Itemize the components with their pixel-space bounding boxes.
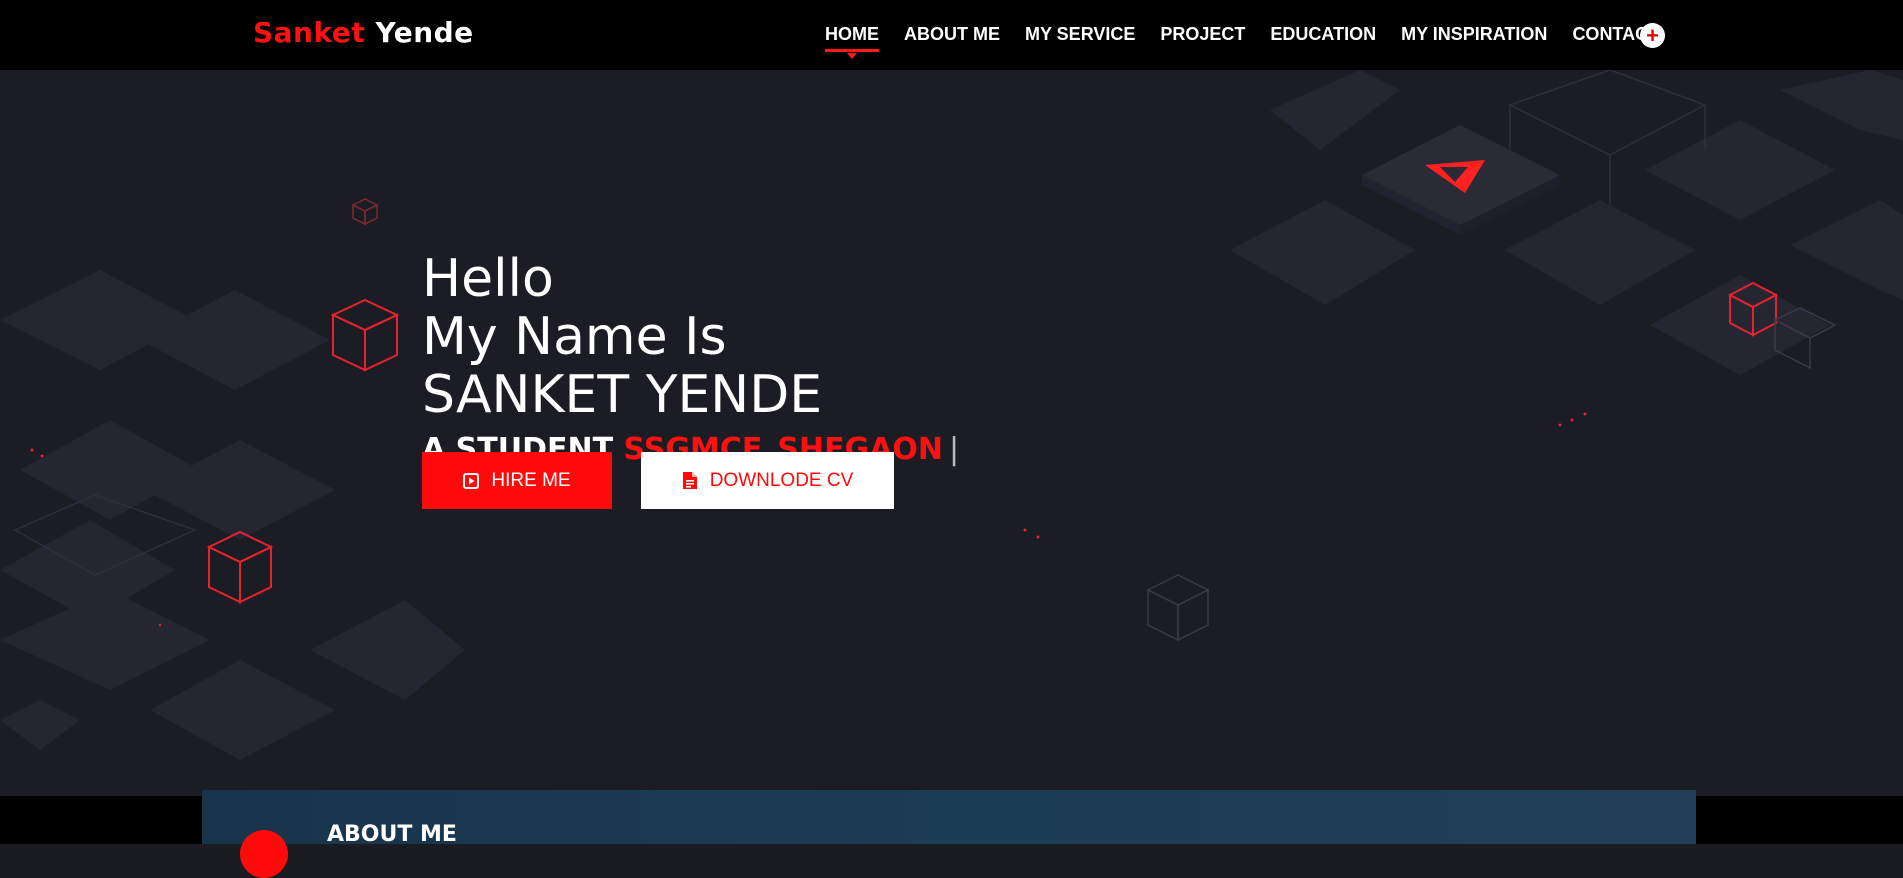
plus-icon[interactable]: + (1640, 23, 1665, 48)
nav-home[interactable]: HOME (825, 24, 879, 59)
typing-caret: | (949, 432, 960, 467)
hero-section: Hello My Name Is SANKET YENDE A STUDENT … (0, 70, 1903, 796)
hero-name: SANKET YENDE (422, 365, 823, 425)
nav-education[interactable]: EDUCATION (1270, 24, 1376, 45)
document-icon (682, 471, 698, 490)
brand-logo[interactable]: Sanket Yende (253, 16, 474, 49)
brand-last-name: Yende (375, 16, 474, 49)
hero-intro: My Name Is (422, 307, 727, 367)
hero-heading: Hello My Name Is SANKET YENDE A STUDENT … (422, 250, 959, 467)
hire-me-label: HIRE ME (491, 469, 571, 491)
download-cv-label: DOWNLODE CV (709, 469, 854, 491)
hire-me-button[interactable]: HIRE ME (422, 452, 612, 509)
top-navbar: Sanket Yende HOME ABOUT ME MY SERVICE PR… (0, 0, 1903, 70)
nav-about-me[interactable]: ABOUT ME (904, 24, 1000, 45)
nav-my-service[interactable]: MY SERVICE (1025, 24, 1135, 45)
main-nav: HOME ABOUT ME MY SERVICE PROJECT EDUCATI… (825, 24, 1684, 59)
about-title: ABOUT ME (327, 822, 457, 847)
play-square-icon (463, 472, 480, 489)
hero-greeting: Hello (422, 249, 554, 309)
about-icon-circle (240, 830, 288, 878)
nav-my-inspiration[interactable]: MY INSPIRATION (1401, 24, 1547, 45)
nav-project[interactable]: PROJECT (1160, 24, 1245, 45)
download-cv-button[interactable]: DOWNLODE CV (641, 452, 894, 509)
brand-first-name: Sanket (253, 16, 366, 49)
